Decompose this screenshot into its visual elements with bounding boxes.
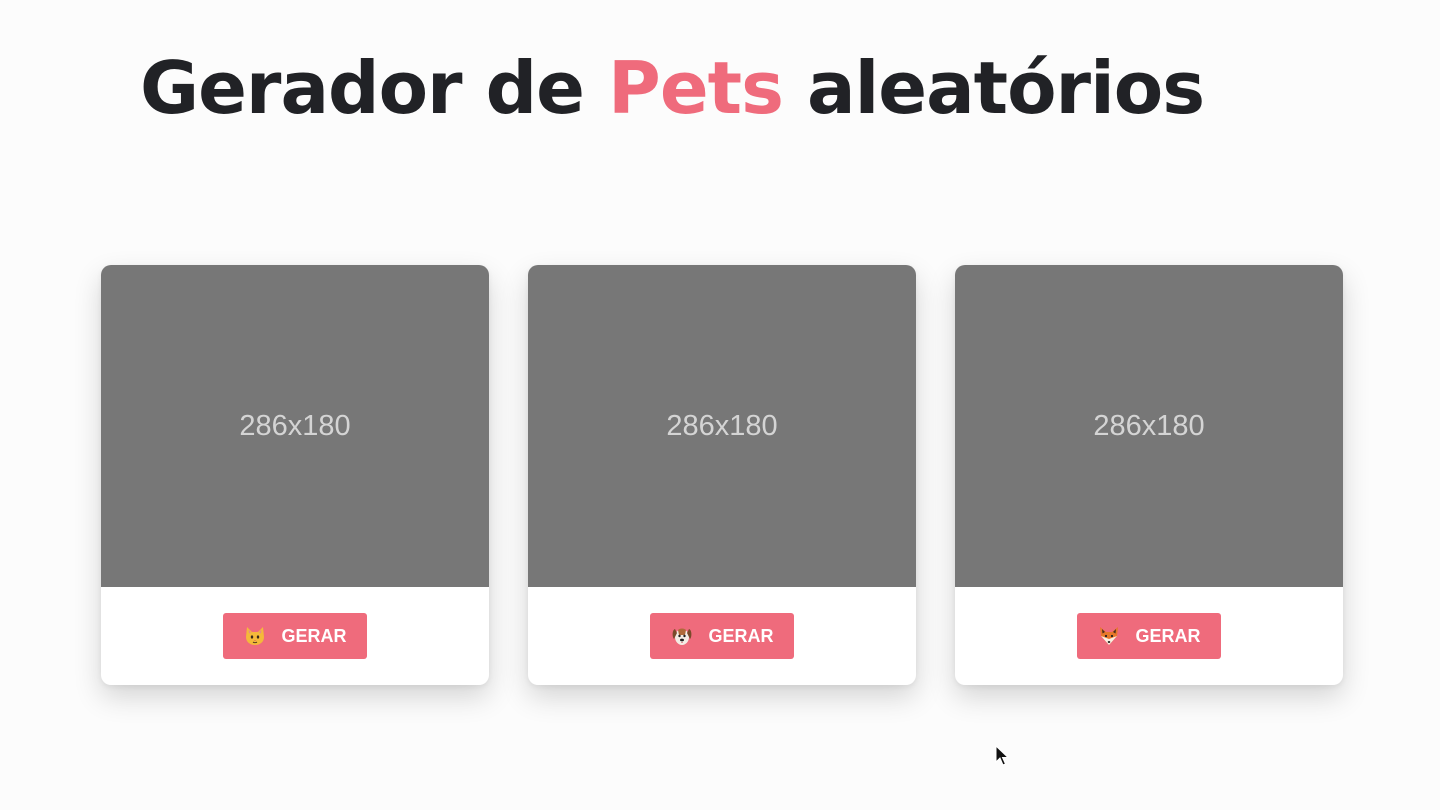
pet-image-placeholder: 286x180	[101, 265, 489, 587]
pet-image-placeholder: 286x180	[955, 265, 1343, 587]
generate-cat-button[interactable]: GERAR	[223, 613, 367, 659]
pet-card-fox: 286x180 GERAR	[955, 265, 1343, 685]
generate-dog-button[interactable]: GERAR	[650, 613, 794, 659]
mouse-cursor-icon	[995, 745, 1009, 766]
pet-card-dog: 286x180 GERAR	[528, 265, 916, 685]
pet-card-cat: 286x180 GERAR	[101, 265, 489, 685]
generate-fox-button[interactable]: GERAR	[1077, 613, 1221, 659]
card-footer: GERAR	[528, 587, 916, 685]
page-title: Gerador de Pets aleatórios	[140, 38, 1205, 138]
pet-image-placeholder: 286x180	[528, 265, 916, 587]
dog-face-icon	[673, 628, 692, 645]
card-footer: GERAR	[955, 587, 1343, 685]
placeholder-label: 286x180	[1093, 409, 1205, 442]
title-accent: Pets	[608, 46, 784, 130]
title-part-2: aleatórios	[782, 46, 1205, 130]
fox-face-icon	[1100, 627, 1119, 645]
cat-face-icon	[246, 627, 265, 645]
placeholder-label: 286x180	[666, 409, 778, 442]
placeholder-label: 286x180	[239, 409, 351, 442]
card-list: 286x180 GERAR 286x180 GERAR 286x180 GERA…	[101, 265, 1343, 685]
generate-button-label: GERAR	[708, 625, 774, 646]
generate-button-label: GERAR	[1135, 625, 1201, 646]
title-part-1: Gerador de	[140, 46, 609, 130]
card-footer: GERAR	[101, 587, 489, 685]
generate-button-label: GERAR	[281, 625, 347, 646]
page: Gerador de Pets aleatórios 286x180 GERAR…	[0, 0, 1440, 810]
